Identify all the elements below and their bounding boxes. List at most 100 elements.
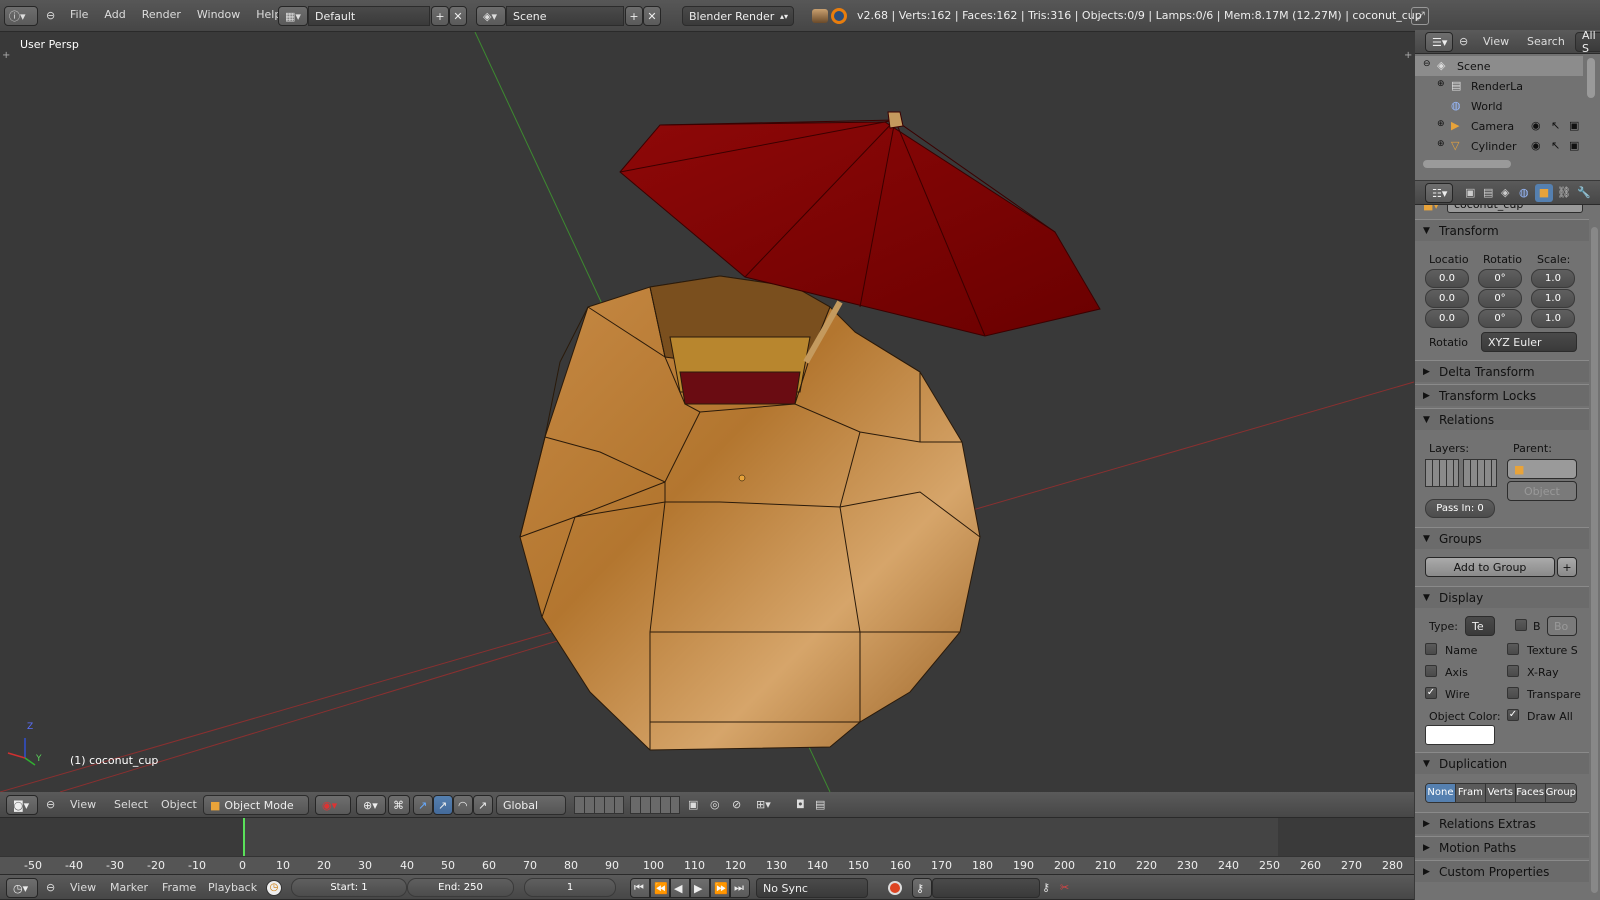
jump-keyframe-back-button[interactable]: ⏪ (650, 878, 670, 898)
display-type-select[interactable]: Te (1465, 616, 1495, 636)
display-header[interactable]: ▼ Display (1415, 586, 1589, 608)
add-group-plus-button[interactable]: + (1557, 557, 1577, 577)
menu-window[interactable]: Window (189, 8, 248, 21)
custom-properties-header[interactable]: ▶ Custom Properties (1415, 860, 1589, 882)
scale-y-field[interactable]: 1.0 (1531, 289, 1575, 308)
screen-layout-field[interactable]: Default (308, 6, 430, 26)
select-cursor-icon[interactable]: ↖ (1551, 119, 1560, 132)
insert-keyframe-icon[interactable]: ⚷ (1042, 881, 1050, 894)
render-still-icon[interactable]: ◘ (796, 798, 805, 811)
3d-viewport[interactable]: User Persp Z Y (1) coconut_cup + + (0, 32, 1414, 792)
dup-tab-verts[interactable]: Verts (1484, 784, 1515, 802)
location-z-field[interactable]: 0.0 (1425, 309, 1469, 328)
proportional-edit-icon[interactable]: ◎ (710, 798, 720, 811)
outliner-menu-search[interactable]: Search (1519, 35, 1573, 48)
end-frame-field[interactable]: End: 250 (407, 878, 514, 897)
timeline-menu-view[interactable]: View (62, 881, 104, 894)
start-frame-field[interactable]: Start: 1 (291, 878, 407, 897)
editor-type-outliner-button[interactable]: ☰▾ (1425, 32, 1453, 52)
timeline-menu-playback[interactable]: Playback (200, 881, 265, 894)
pivot-point-button[interactable]: ⊕▾ (356, 795, 386, 815)
pass-index-field[interactable]: Pass In: 0 (1425, 499, 1495, 518)
bounds-checkbox[interactable] (1515, 619, 1527, 631)
dup-tab-group[interactable]: Group (1544, 784, 1576, 802)
motion-paths-header[interactable]: ▶ Motion Paths (1415, 836, 1589, 858)
render-camera-icon[interactable]: ▣ (1569, 139, 1579, 152)
outliner-menu-view[interactable]: View (1475, 35, 1517, 48)
modifiers-tab-icon[interactable]: 🔧 (1577, 186, 1591, 199)
parent-field[interactable]: ■ (1507, 459, 1577, 479)
play-reverse-button[interactable]: ◀ (670, 878, 690, 898)
xray-checkbox[interactable] (1507, 665, 1519, 677)
visibility-eye-icon[interactable]: ◉ (1531, 139, 1541, 152)
transform-panel-header[interactable]: ▼ Transform (1415, 219, 1589, 241)
location-x-field[interactable]: 0.0 (1425, 269, 1469, 288)
bounds-type-select[interactable]: Bo (1547, 616, 1577, 636)
fullscreen-icon[interactable]: ⤢ (1411, 7, 1429, 25)
collapse-menu-icon[interactable]: ⊖ (1459, 35, 1468, 48)
snap-element-icon[interactable]: ⊞▾ (756, 798, 771, 811)
select-cursor-icon[interactable]: ↖ (1551, 139, 1560, 152)
render-tab-icon[interactable]: ▣ (1465, 186, 1475, 199)
outliner-item-world[interactable]: ◍ World (1415, 96, 1583, 116)
texture-space-checkbox[interactable] (1507, 643, 1519, 655)
transform-locks-header[interactable]: ▶ Transform Locks (1415, 384, 1589, 406)
relations-header[interactable]: ▼ Relations (1415, 408, 1589, 430)
screen-layout-type-button[interactable]: ▦▾ (278, 6, 308, 26)
editor-type-3d-button[interactable]: ◙▾ (6, 795, 38, 815)
keying-set-field[interactable] (932, 878, 1040, 898)
location-y-field[interactable]: 0.0 (1425, 289, 1469, 308)
jump-end-button[interactable]: ⏭ (730, 878, 750, 898)
dup-tab-faces[interactable]: Faces (1514, 784, 1545, 802)
menu-object[interactable]: Object (153, 798, 205, 811)
relations-extras-header[interactable]: ▶ Relations Extras (1415, 812, 1589, 834)
scale-x-field[interactable]: 1.0 (1531, 269, 1575, 288)
render-layers-tab-icon[interactable]: ▤ (1483, 186, 1493, 199)
menu-select[interactable]: Select (106, 798, 156, 811)
snap-icon[interactable]: ⊘ (732, 798, 741, 811)
menu-view[interactable]: View (62, 798, 104, 811)
delete-keyframe-icon[interactable]: ✂ (1060, 881, 1069, 894)
axis-checkbox[interactable] (1425, 665, 1437, 677)
interaction-mode-select[interactable]: ■ Object Mode (203, 795, 309, 815)
outliner-item-scene[interactable]: ⊖ ◈ Scene (1415, 56, 1583, 76)
play-button[interactable]: ▶ (690, 878, 710, 898)
expand-icon[interactable]: ⊕ (1437, 139, 1445, 149)
add-scene-button[interactable]: + (625, 6, 643, 26)
add-layout-button[interactable]: + (431, 6, 449, 26)
duplication-header[interactable]: ▼ Duplication (1415, 752, 1589, 774)
viewport-corner-plus-icon-right[interactable]: + (1404, 50, 1412, 61)
rotation-y-field[interactable]: 0° (1478, 289, 1522, 308)
scene-field[interactable]: Scene (506, 6, 624, 26)
timeline-ruler[interactable]: -50 -40 -30 -20 -10 0 10 20 30 40 50 60 … (0, 818, 1414, 874)
viewport-corner-plus-icon[interactable]: + (2, 50, 10, 61)
expand-icon[interactable]: ⊕ (1437, 119, 1445, 129)
timeline-menu-frame[interactable]: Frame (154, 881, 204, 894)
remove-scene-button[interactable]: ✕ (643, 6, 661, 26)
draw-all-checkbox[interactable]: ✓ (1507, 709, 1519, 721)
rotation-x-field[interactable]: 0° (1478, 269, 1522, 288)
name-checkbox[interactable] (1425, 643, 1437, 655)
editor-type-properties-button[interactable]: ☷▾ (1425, 183, 1453, 203)
wire-checkbox[interactable]: ✓ (1425, 687, 1437, 699)
constraints-tab-icon[interactable]: ⛓ (1557, 186, 1571, 199)
parent-type-select[interactable]: Object (1507, 481, 1577, 501)
outliner-display-select[interactable]: All S (1575, 29, 1600, 55)
visibility-eye-icon[interactable]: ◉ (1531, 119, 1541, 132)
dup-tab-none[interactable]: None (1426, 784, 1455, 802)
viewport-shading-button[interactable]: ◉▾ (315, 795, 351, 815)
expand-icon[interactable]: ⊖ (1423, 59, 1431, 69)
remove-layout-button[interactable]: ✕ (449, 6, 467, 26)
rotate-manipulator-button[interactable]: ↗ (433, 795, 453, 815)
menu-render[interactable]: Render (134, 8, 189, 21)
add-to-group-button[interactable]: Add to Group (1425, 557, 1555, 577)
world-tab-icon[interactable]: ◍ (1519, 186, 1529, 199)
layer-buttons-2[interactable] (630, 796, 680, 814)
lock-layers-icon[interactable]: ▣ (688, 798, 698, 811)
collapse-menu-icon[interactable]: ⊖ (46, 798, 55, 811)
rotate-button[interactable]: ◠ (453, 795, 473, 815)
collapse-menu-icon[interactable]: ⊖ (46, 881, 55, 894)
scale-z-field[interactable]: 1.0 (1531, 309, 1575, 328)
jump-start-button[interactable]: ⏮ (630, 878, 650, 898)
record-icon[interactable] (888, 881, 902, 895)
